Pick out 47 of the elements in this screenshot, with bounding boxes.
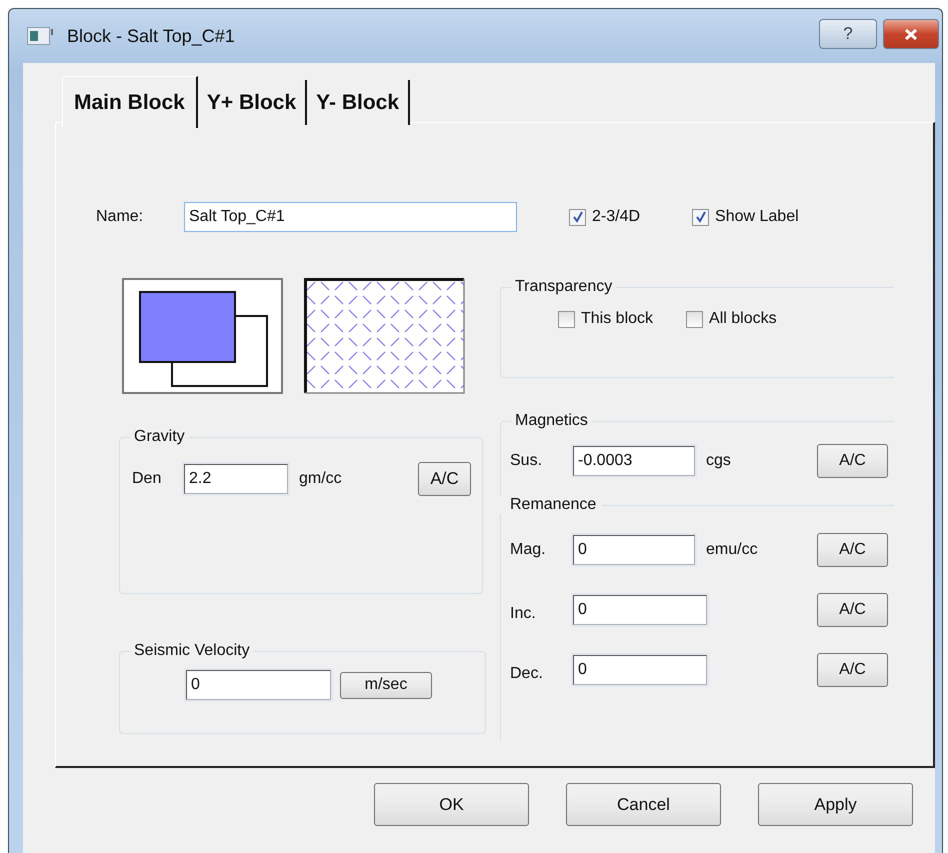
checkbox-label: Show Label [715,208,799,226]
density-field[interactable]: 2.2 [184,464,288,494]
unit-label: cgs [706,452,731,470]
field-label: Den [132,470,162,488]
name-field[interactable]: Salt Top_C#1 [184,202,517,232]
field-label: Mag. [510,541,547,559]
help-button[interactable]: ? [819,19,877,49]
value-field[interactable]: 0 [573,655,707,685]
tab[interactable]: Y+ Block [198,80,308,125]
checkbox-label: This block [581,310,654,328]
dialog-button[interactable]: OK [374,783,529,826]
window-title: Block - Salt Top_C#1 [67,26,235,46]
close-button[interactable] [883,19,939,49]
dialog-button[interactable]: Cancel [566,783,721,826]
field-label: Sus. [510,452,544,470]
ac-button[interactable]: A/C [817,533,888,567]
dialog-button[interactable]: Apply [758,783,913,826]
unit-label: emu/cc [706,541,758,559]
unit-label: gm/cc [299,470,343,488]
field-label: Inc. [510,604,537,623]
checkbox[interactable] [569,208,586,226]
tab[interactable]: Y- Block [307,80,410,125]
close-icon [903,28,919,40]
group-title: Gravity [133,428,186,446]
ac-button[interactable]: A/C [418,462,471,496]
checkbox[interactable] [558,310,575,328]
hatch-pattern-swatch[interactable] [304,278,465,394]
field-label: Dec. [510,664,544,683]
group-title: Seismic Velocity [133,642,251,660]
value-field[interactable]: 0 [573,535,695,565]
ac-button[interactable]: A/C [817,653,888,687]
window-icon [27,27,55,45]
checkbox[interactable] [686,310,704,328]
checkbox[interactable] [692,208,710,226]
velocity-field[interactable]: 0 [186,670,331,700]
ac-button[interactable]: A/C [817,593,888,627]
checkbox-label: 2-3/4D [592,208,640,226]
tab[interactable]: Main Block [62,76,198,128]
checkbox-label: All blocks [709,310,777,328]
value-field[interactable]: -0.0003 [573,446,695,476]
block-fill-preview[interactable] [122,278,283,394]
field-label: Name: [96,208,144,226]
group-title: Magnetics [514,412,589,430]
ac-button[interactable]: A/C [817,444,888,478]
value-field[interactable]: 0 [573,595,707,625]
units-button[interactable]: m/sec [340,672,432,698]
group-title: Transparency [514,278,614,296]
